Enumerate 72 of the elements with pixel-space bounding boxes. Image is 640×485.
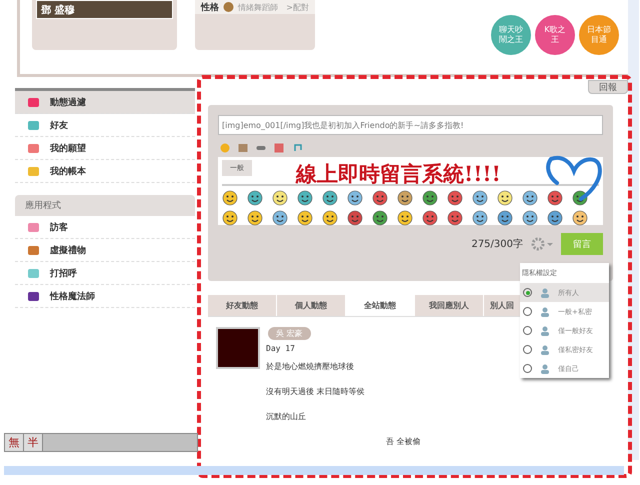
emoticon-icon[interactable]: [347, 190, 363, 206]
emoticon-icon[interactable]: [447, 190, 463, 206]
report-button[interactable]: 回報: [588, 80, 628, 94]
radio-button[interactable]: [523, 326, 532, 335]
emoticon-icon[interactable]: [422, 190, 438, 206]
radio-button[interactable]: [523, 288, 532, 297]
person-icon: [540, 288, 550, 298]
emoticon-icon[interactable]: [472, 210, 488, 226]
ime-key[interactable]: 半: [24, 434, 43, 451]
emoticon-icon[interactable]: [397, 190, 413, 206]
sidebar-item[interactable]: 打招呼: [15, 262, 195, 285]
ime-key[interactable]: 無: [5, 434, 24, 451]
person-icon: [540, 306, 550, 316]
emoticon-icon[interactable]: [447, 210, 463, 226]
feed-tab[interactable]: 我回應別人: [415, 295, 484, 316]
post-line: 沉默的山丘: [266, 411, 307, 422]
emoticon-icon[interactable]: [297, 190, 313, 206]
emoticon-icon[interactable]: [472, 190, 488, 206]
trait-label: 性格: [201, 2, 219, 14]
sidebar-item[interactable]: 性格魔法師: [15, 285, 195, 308]
post-line: 吾 全被偷: [386, 436, 421, 447]
emoticon-icon[interactable]: [522, 190, 538, 206]
emoticon-icon[interactable]: [272, 190, 288, 206]
radio-button[interactable]: [523, 307, 532, 316]
emoticon-icon[interactable]: [572, 190, 588, 206]
emoticon-icon[interactable]: [272, 210, 288, 226]
emoticon-icon[interactable]: [322, 210, 338, 226]
post-line: 沒有明天過後 末日隨時等侯: [266, 386, 366, 397]
post-title: Day 17: [266, 344, 296, 353]
emoticon-icon[interactable]: [247, 210, 263, 226]
person-icon: [540, 344, 550, 354]
sidebar-item[interactable]: 我的願望: [15, 137, 195, 160]
photo-placeholder: [216, 327, 260, 369]
feed-tab[interactable]: 個人動態: [277, 295, 346, 316]
emoticon-icon[interactable]: [372, 190, 388, 206]
photo-name: 鄧 盛穆: [41, 4, 74, 16]
emoticon-icon[interactable]: [347, 210, 363, 226]
sidebar-item[interactable]: 我的帳本: [15, 160, 195, 183]
section-title: 應用程式: [15, 195, 195, 216]
horizontal-scrollbar[interactable]: [4, 466, 624, 475]
post-line: 於是地心燃燒擠壓地球後: [266, 361, 355, 372]
emoticon-icon[interactable]: [372, 210, 388, 226]
trait-value: 情緒舞蹈師: [238, 2, 278, 12]
radio-button[interactable]: [523, 345, 532, 354]
sidebar-item[interactable]: 虛擬禮物: [15, 239, 195, 262]
emoticon-icon[interactable]: [222, 210, 238, 226]
sidebar-item[interactable]: 好友: [15, 114, 195, 137]
emoticon-icon[interactable]: [547, 190, 563, 206]
achievement-badge: 日本節目通: [579, 15, 619, 55]
feed-tab[interactable]: 好友動態: [208, 295, 277, 316]
achievement-badge: 聊天吵鬧之王: [491, 15, 531, 55]
banner-caption: 線上即時留言系統!!!!: [296, 160, 501, 188]
achievement-badge: K歌之王: [535, 15, 575, 55]
emoticon-icon[interactable]: [322, 190, 338, 206]
emoticon-icon[interactable]: [547, 210, 563, 226]
emoticon-icon[interactable]: [497, 210, 513, 226]
person-icon: [540, 326, 550, 336]
emoticon-icon[interactable]: [297, 210, 313, 226]
sidebar-item[interactable]: 動態過濾: [15, 91, 195, 114]
sidebar-item[interactable]: 訪客: [15, 216, 195, 239]
emoticon-icon[interactable]: [247, 190, 263, 206]
link-icon[interactable]: [256, 143, 266, 153]
radio-button[interactable]: [523, 364, 532, 373]
emoticon-icon[interactable]: [422, 210, 438, 226]
emoticon-icon[interactable]: [572, 210, 588, 226]
emoticon-icon[interactable]: [222, 190, 238, 206]
person-icon: [540, 364, 550, 374]
emoticon-icon[interactable]: [522, 210, 538, 226]
emoticon-icon[interactable]: [497, 190, 513, 206]
message-field[interactable]: [img]emo_001[/img]我也是初初加入Friendo的新手~請多多指教!: [218, 115, 603, 135]
emoticon-icon[interactable]: [397, 210, 413, 226]
character-counter: 275/300字: [471, 238, 523, 251]
